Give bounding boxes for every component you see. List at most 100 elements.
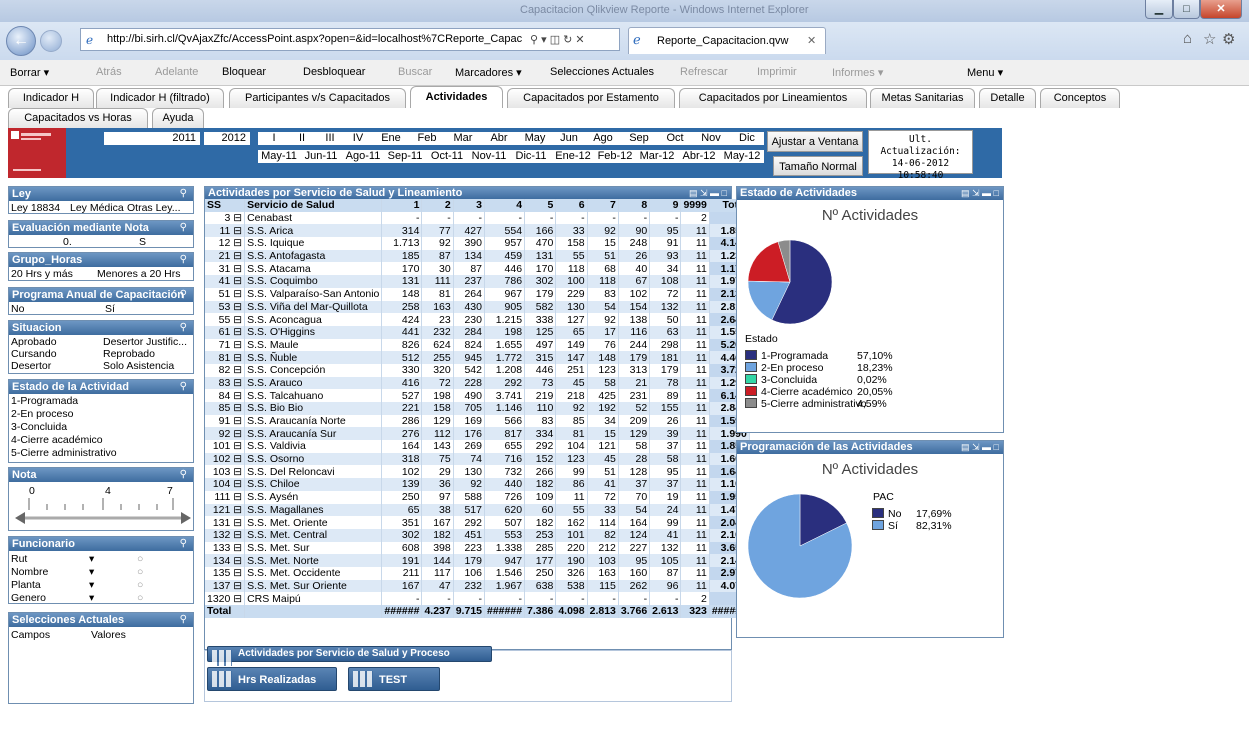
table-row[interactable]: 137 ⊟ S.S. Met. Sur Oriente 167 47 232 1.967 6… [205,579,750,593]
my-2[interactable]: Ago-11 [342,150,384,163]
atras-button[interactable]: Atrás [96,66,122,78]
dropdown-arrow-icon[interactable]: ▾ [89,566,94,578]
month-mar[interactable]: Mar [446,132,480,145]
evaluacion-item[interactable]: S [139,236,146,248]
funcionario-row[interactable]: Rut [11,553,27,565]
minimize-button[interactable]: ▁ [1145,0,1173,19]
selecciones-button[interactable]: Selecciones Actuales [550,66,654,78]
chart-controls-icon[interactable]: ▤ ⇲ ▬ □ [961,441,999,454]
maximize-button[interactable]: □ [1173,0,1200,19]
situacion-item[interactable]: Reprobado [103,348,155,360]
tab-capacitados-estamento[interactable]: Capacitados por Estamento [507,88,675,108]
ley-item[interactable]: Ley Médica [70,202,124,214]
table-row[interactable]: 92 ⊟ S.S. Araucanía Sur 276 112 176 817 334 81 1… [205,427,750,441]
estado-item[interactable]: 4-Cierre académico [11,434,103,446]
radio-icon[interactable]: ○ [137,592,143,604]
my-10[interactable]: Abr-12 [678,150,720,163]
favorites-icon[interactable]: ☆ [1203,30,1216,48]
proceso-button[interactable]: Actividades por Servicio de Salud y Proc… [207,646,492,666]
tab-indicador-h[interactable]: Indicador H [8,88,94,108]
close-button[interactable]: ✕ [1200,0,1242,19]
refrescar-button[interactable]: Refrescar [680,66,728,78]
table-row[interactable]: 61 ⊟ S.S. O'Higgins 441 232 284 198 125 65 17 116… [205,325,750,339]
month-ene[interactable]: Ene [374,132,408,145]
marcadores-button[interactable]: Marcadores ▾ [455,66,522,79]
month-dic[interactable]: Dic [730,132,764,145]
grupo-item[interactable]: 20 Hrs y más [11,268,73,280]
adelante-button[interactable]: Adelante [155,66,198,78]
situacion-item[interactable]: Desertor Justific... [103,336,187,348]
table-row[interactable]: 55 ⊟ S.S. Aconcagua 424 23 230 1.215 338 127 92 1… [205,313,750,326]
legend-item[interactable]: 3-Concluida 0,02% [745,374,887,386]
year-2011[interactable]: 2011 [104,132,200,145]
table-total-row[interactable]: Total ###### 4.237 9.715 ###### 7.386 4.098 2.8… [205,605,750,618]
month-abr[interactable]: Abr [482,132,516,145]
my-1[interactable]: Jun-11 [300,150,342,163]
ley-item[interactable]: Otras Ley... [127,202,181,214]
month-feb[interactable]: Feb [410,132,444,145]
nota-slider-track[interactable] [15,496,191,528]
estado-item[interactable]: 1-Programada [11,395,78,407]
my-9[interactable]: Mar-12 [636,150,678,163]
my-6[interactable]: Dic-11 [510,150,552,163]
table-row[interactable]: 41 ⊟ S.S. Coquimbo 131 111 237 786 302 100 118 67… [205,275,750,288]
grupo-item[interactable]: Menores a 20 Hrs [97,268,180,280]
tab-indicador-h-filtrado[interactable]: Indicador H (filtrado) [96,88,224,108]
informes-button[interactable]: Informes ▾ [832,66,883,79]
table-row[interactable]: 133 ⊟ S.S. Met. Sur 608 398 223 1.338 285 220 21… [205,541,750,555]
table-row[interactable]: 3 ⊟Cenabast---------22 [205,211,750,225]
month-jun[interactable]: Jun [554,132,584,145]
situacion-item[interactable]: Aprobado [11,336,57,348]
my-3[interactable]: Sep-11 [384,150,426,163]
tab-capacitados-horas[interactable]: Capacitados vs Horas [8,108,148,128]
borrar-button[interactable]: Borrar ▾ [10,66,49,79]
situacion-item[interactable]: Desertor [11,360,51,372]
table-row[interactable]: 103 ⊟ S.S. Del Reloncavi 102 29 130 732 266 99 5… [205,465,750,479]
tab-close-icon[interactable]: ✕ [807,28,816,54]
table-row[interactable]: 104 ⊟ S.S. Chiloe 139 36 92 440 182 86 41 37 37 11 1… [205,478,750,491]
legend-item[interactable]: 5-Cierre administrativo 4,59% [745,398,887,410]
legend-item[interactable]: No 17,69% [872,508,952,520]
table-row[interactable]: 132 ⊟ S.S. Met. Central 302 182 451 553 253 101… [205,528,750,542]
table-row[interactable]: 85 ⊟ S.S. Bio Bio 221 158 705 1.146 110 92 192 52… [205,402,750,415]
table-row[interactable]: 82 ⊟ S.S. Concepción 330 320 542 1.208 446 251 1… [205,363,750,377]
table-row[interactable]: 31 ⊟ S.S. Atacama 170 30 87 446 170 118 68 40 34 11… [205,262,750,276]
programa-item[interactable]: Sí [105,303,115,315]
funcionario-row[interactable]: Genero [11,592,46,604]
programa-item[interactable]: No [11,303,24,315]
estado-item[interactable]: 5-Cierre administrativo [11,447,117,459]
tab-actividades[interactable]: Actividades [410,86,503,108]
situacion-item[interactable]: Cursando [11,348,57,360]
quarter-iv[interactable]: IV [344,132,372,145]
my-5[interactable]: Nov-11 [468,150,510,163]
ajustar-ventana-button[interactable]: Ajustar a Ventana [767,131,863,152]
menu-button[interactable]: Menu ▾ [967,66,1003,79]
evaluacion-item[interactable]: 0. [63,236,72,248]
my-11[interactable]: May-12 [720,150,764,163]
desbloquear-button[interactable]: Desbloquear [303,66,365,78]
table-row[interactable]: 134 ⊟ S.S. Met. Norte 191 144 179 947 177 190 10… [205,554,750,567]
my-7[interactable]: Ene-12 [552,150,594,163]
funcionario-row[interactable]: Planta [11,579,41,591]
table-row[interactable]: 1320 ⊟CRS Maipú---------22 [205,592,750,605]
tab-conceptos[interactable]: Conceptos [1040,88,1120,108]
dropdown-arrow-icon[interactable]: ▾ [89,553,94,565]
quarter-iii[interactable]: III [316,132,344,145]
home-icon[interactable]: ⌂ [1183,30,1192,47]
test-button[interactable]: TEST [348,667,440,691]
my-4[interactable]: Oct-11 [426,150,468,163]
radio-icon[interactable]: ○ [137,553,143,565]
table-row[interactable]: 131 ⊟ S.S. Met. Oriente 351 167 292 507 182 162… [205,516,750,529]
buscar-button[interactable]: Buscar [398,66,432,78]
table-row[interactable]: 12 ⊟ S.S. Iquique 1.713 92 390 957 470 158 15 248… [205,237,750,250]
tab-detalle[interactable]: Detalle [979,88,1036,108]
imprimir-button[interactable]: Imprimir [757,66,797,78]
chart-controls-icon[interactable]: ▤ ⇲ ▬ □ [961,187,999,200]
estado-item[interactable]: 3-Concluida [11,421,67,433]
table-row[interactable]: 111 ⊟ S.S. Aysén 250 97 588 726 109 11 72 70 19 11 1… [205,490,750,504]
browser-tab[interactable]: Reporte_Capacitacion.qvw ✕ [628,27,826,54]
table-controls-icon[interactable]: ▤ ⇲ ▬ □ [689,187,727,199]
dropdown-arrow-icon[interactable]: ▾ [89,579,94,591]
tab-capacitados-lineamientos[interactable]: Capacitados por Lineamientos [679,88,867,108]
month-sep[interactable]: Sep [622,132,656,145]
